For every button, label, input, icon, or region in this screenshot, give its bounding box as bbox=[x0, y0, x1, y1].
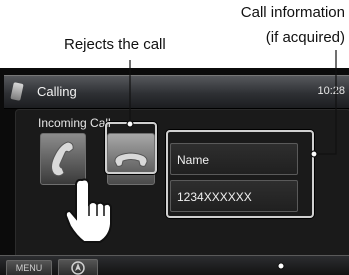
callout-lines bbox=[126, 50, 337, 270]
pointing-hand-icon bbox=[64, 178, 112, 243]
